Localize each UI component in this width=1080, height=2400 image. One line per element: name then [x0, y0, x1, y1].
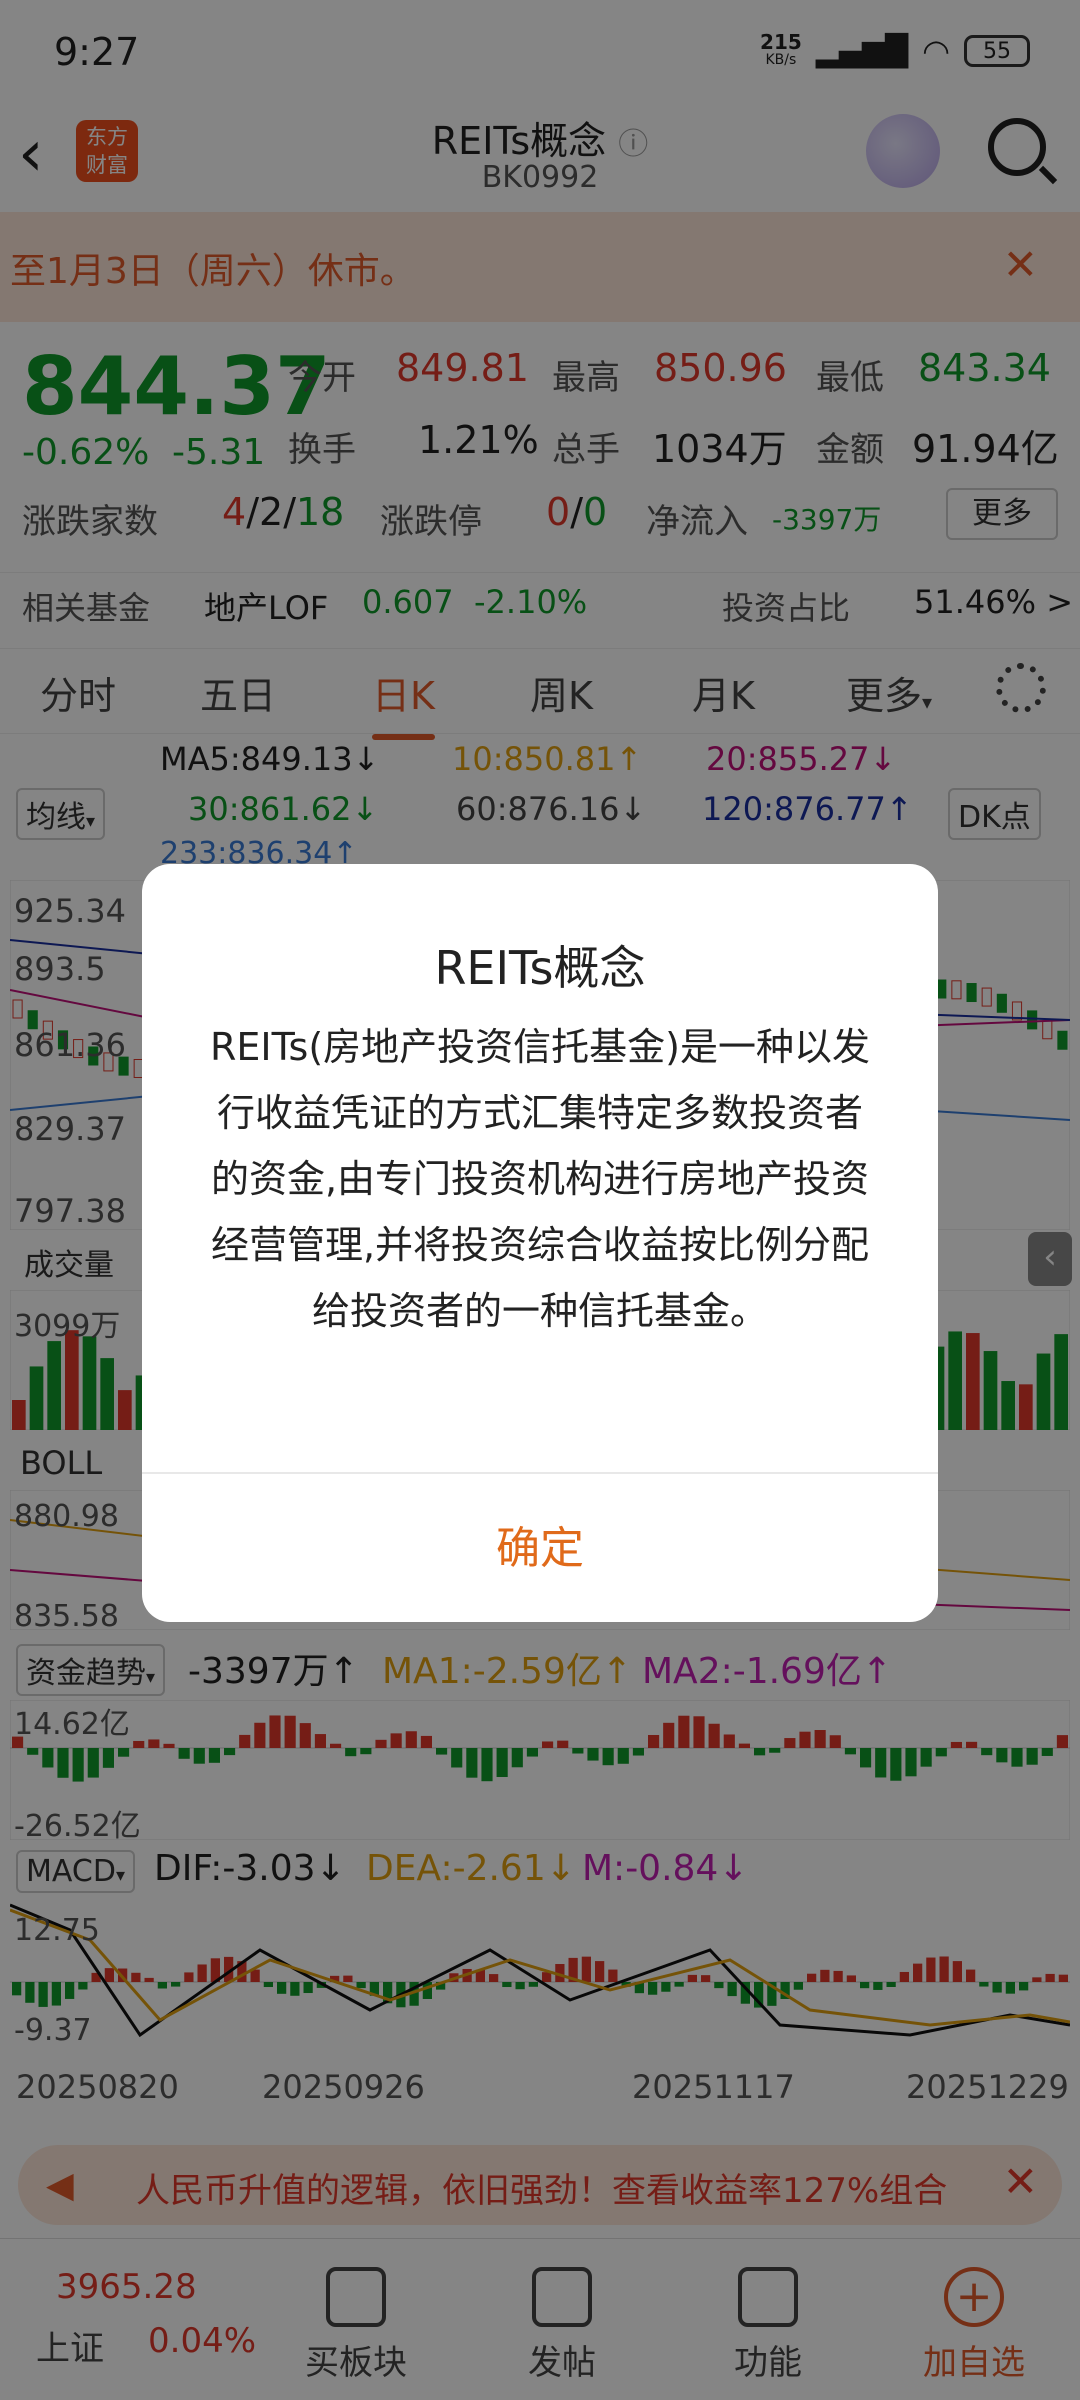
info-dialog: REITs概念 REITs(房地产投资信托基金)是一种以发行收益凭证的方式汇集特…: [142, 864, 938, 1622]
confirm-button[interactable]: 确定: [142, 1476, 938, 1622]
dialog-divider: [142, 1472, 938, 1474]
dialog-title: REITs概念: [434, 941, 646, 995]
dialog-body: REITs(房地产投资信托基金)是一种以发行收益凭证的方式汇集特定多数投资者的资…: [210, 1025, 870, 1333]
